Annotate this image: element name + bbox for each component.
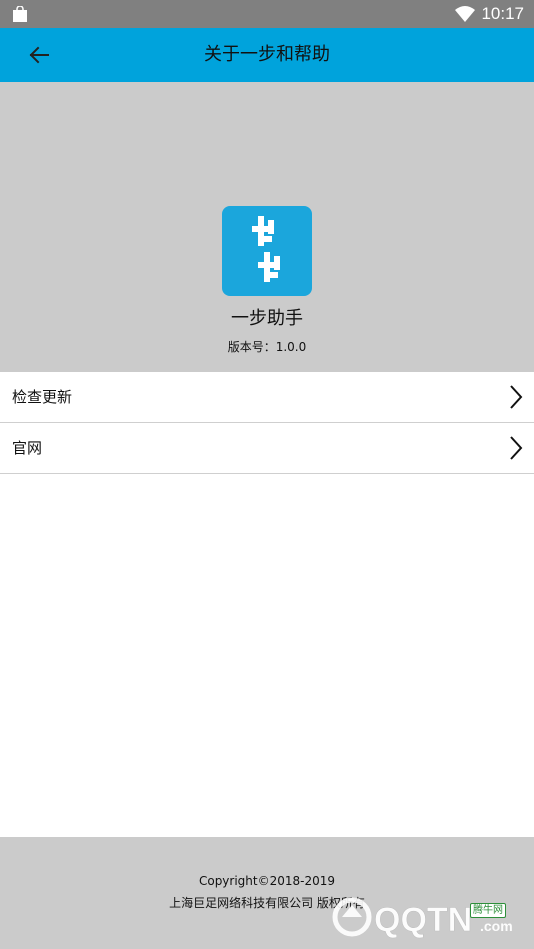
shopping-bag-icon: [13, 6, 27, 22]
watermark-logo: QQTN .com 腾牛网: [330, 885, 530, 945]
page-title: 关于一步和帮助: [204, 44, 330, 65]
app-name: 一步助手: [231, 308, 303, 329]
app-logo: [222, 206, 312, 296]
status-bar: 10:17: [0, 0, 534, 28]
app-bar: 关于一步和帮助: [0, 28, 534, 82]
about-header: 一步助手 版本号：1.0.0: [0, 82, 534, 372]
status-time: 10:17: [481, 4, 524, 23]
app-version: 版本号：1.0.0: [227, 340, 307, 354]
chevron-right-icon: [510, 385, 523, 409]
official-site-label: 官网: [12, 439, 43, 457]
check-update-item[interactable]: 检查更新: [0, 372, 534, 423]
menu-list: 检查更新 官网: [0, 372, 534, 474]
svg-text:.com: .com: [480, 918, 513, 934]
watermark-tag: 腾牛网: [470, 903, 506, 918]
svg-text:QQTN: QQTN: [374, 901, 472, 939]
chevron-right-icon: [510, 436, 523, 460]
check-update-label: 检查更新: [12, 388, 73, 406]
official-site-item[interactable]: 官网: [0, 423, 534, 474]
wifi-icon: [455, 6, 475, 22]
